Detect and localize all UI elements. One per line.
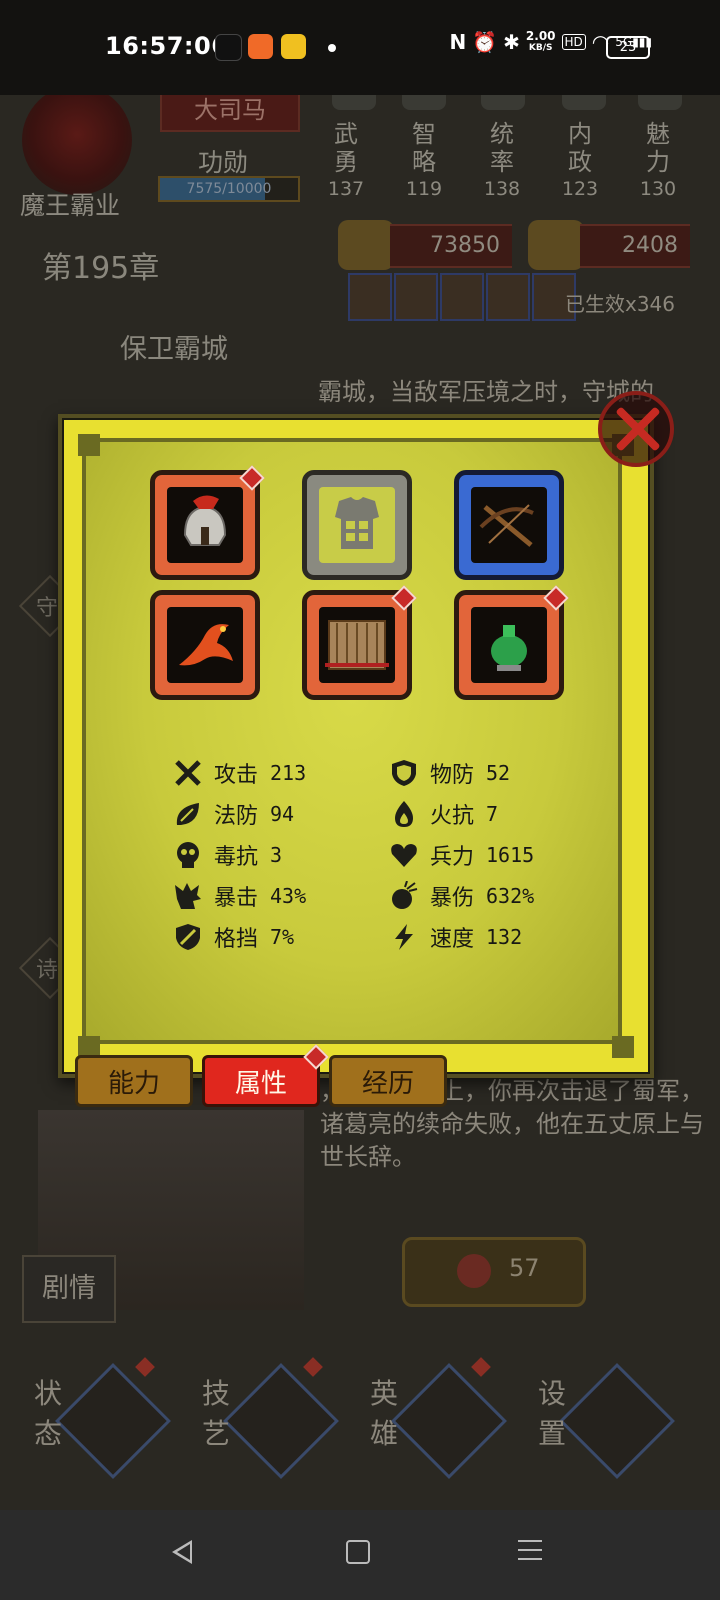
system-navigation-bar xyxy=(0,1510,720,1600)
grain-count: 2408 xyxy=(580,224,690,268)
alarm-icon: ⏰ xyxy=(472,30,498,54)
gear-icon xyxy=(559,1363,675,1479)
coin-count: 73850 xyxy=(390,224,512,268)
home-icon[interactable] xyxy=(346,1540,370,1564)
weibo-icon xyxy=(281,34,306,59)
dragon-icon xyxy=(55,1363,171,1479)
story-button[interactable]: 剧情 xyxy=(22,1255,116,1323)
block-icon xyxy=(176,924,200,950)
equip-slot-treasure[interactable] xyxy=(454,585,569,700)
magic-def-icon xyxy=(176,803,199,825)
merit-progress-text: 7575/10000 xyxy=(186,181,272,197)
equip-slot-weapon[interactable] xyxy=(454,470,564,580)
coin-pile-icon xyxy=(338,220,394,270)
nav-heroes[interactable]: 英雄 xyxy=(366,1357,507,1479)
crossbow-icon xyxy=(479,504,534,547)
buff-slots xyxy=(348,273,576,321)
buff-effect-count: 已生效x346 xyxy=(565,292,676,316)
equip-slot-armor[interactable] xyxy=(302,470,412,580)
side-label-shi: 诗 xyxy=(36,958,59,983)
phoenix-icon xyxy=(179,624,233,666)
attr-crit-dmg: 暴伤 632% xyxy=(388,878,534,914)
nfc-icon: N xyxy=(449,30,467,54)
fire-res-icon xyxy=(395,801,413,827)
hero-avatar[interactable] xyxy=(22,85,132,195)
attr-phys-def: 物防 52 xyxy=(388,755,510,791)
back-icon[interactable] xyxy=(172,1540,192,1564)
stat-meili: 魅力 130 xyxy=(639,120,677,200)
chapter-number: 第195章 xyxy=(42,251,160,286)
nav-skills[interactable]: 技艺 xyxy=(198,1357,339,1479)
chapter-title: 保卫霸城 xyxy=(120,334,228,365)
stat-zhilue: 智略 119 xyxy=(405,120,443,200)
poison-res-icon xyxy=(177,842,199,868)
recents-icon[interactable] xyxy=(518,1540,542,1567)
troops-icon xyxy=(391,844,417,867)
frame-corner xyxy=(78,434,100,456)
cost-value: 57 xyxy=(509,1254,540,1282)
buff-slot[interactable] xyxy=(394,273,438,321)
stat-neizheng: 内政 123 xyxy=(561,120,599,200)
attributes-dialog: 攻击 213 物防 52 法防 94 火抗 7 毒抗 3 兵力 1615 暴击 … xyxy=(58,414,654,1078)
notification-dot xyxy=(328,44,336,52)
app-orange-icon xyxy=(248,34,273,59)
merit-label: 功勋 xyxy=(198,148,249,177)
hero-name: 魔王霸业 xyxy=(20,191,121,220)
stat-wuyong: 武勇 137 xyxy=(327,120,365,200)
attr-crit: 暴击 43% xyxy=(172,878,306,914)
status-bar: 16:57:06 N ⏰ ✱ 2.00 KB/S HD ◠ 5G▮▮▮ 23 xyxy=(0,0,720,95)
attack-icon xyxy=(175,760,201,786)
armor-icon xyxy=(335,497,379,549)
helmet-icon xyxy=(183,495,227,546)
equip-slot-book[interactable] xyxy=(302,585,417,700)
attr-magic-def: 法防 94 xyxy=(172,796,294,832)
token-icon xyxy=(457,1254,491,1288)
tab-experience[interactable]: 经历 xyxy=(329,1055,447,1107)
attr-troops: 兵力 1615 xyxy=(388,837,534,873)
scroll-icon xyxy=(325,620,389,670)
status-time: 16:57:06 xyxy=(105,32,229,60)
tab-attributes[interactable]: 属性 xyxy=(202,1044,329,1107)
buff-slot[interactable] xyxy=(486,273,530,321)
equip-slot-helmet[interactable] xyxy=(150,465,265,580)
attr-poison-res: 毒抗 3 xyxy=(172,837,282,873)
helmet-icon xyxy=(391,1363,507,1479)
grain-icon xyxy=(528,220,584,270)
attr-attack: 攻击 213 xyxy=(172,755,306,791)
crit-dmg-icon xyxy=(392,881,418,909)
close-button[interactable] xyxy=(598,391,674,467)
speed-icon xyxy=(395,924,413,950)
jade-jar-icon xyxy=(491,625,527,671)
frame-corner xyxy=(612,1036,634,1058)
leaf-icon xyxy=(223,1363,339,1479)
tiktok-icon xyxy=(215,34,242,61)
equip-slot-mount[interactable] xyxy=(150,590,260,700)
battery-icon: 23 xyxy=(606,36,650,59)
attr-speed: 速度 132 xyxy=(388,919,522,955)
stat-tongshuai: 统率 138 xyxy=(483,120,521,200)
hd-icon: HD xyxy=(561,34,586,50)
merit-progress-bar: 7575/10000 xyxy=(158,176,300,202)
crit-icon xyxy=(175,883,201,909)
buff-slot[interactable] xyxy=(348,273,392,321)
nav-status[interactable]: 状态 xyxy=(30,1357,171,1479)
attr-block: 格挡 7% xyxy=(172,919,294,955)
bluetooth-icon: ✱ xyxy=(503,30,520,54)
continue-cost-button[interactable]: 57 xyxy=(402,1237,586,1307)
phys-def-icon xyxy=(392,760,416,786)
attr-fire-res: 火抗 7 xyxy=(388,796,498,832)
net-speed: 2.00 KB/S xyxy=(525,29,556,53)
tab-ability[interactable]: 能力 xyxy=(75,1055,193,1107)
side-label-shou: 守 xyxy=(36,596,59,621)
buff-slot[interactable] xyxy=(440,273,484,321)
nav-settings[interactable]: 设置 xyxy=(534,1363,675,1479)
